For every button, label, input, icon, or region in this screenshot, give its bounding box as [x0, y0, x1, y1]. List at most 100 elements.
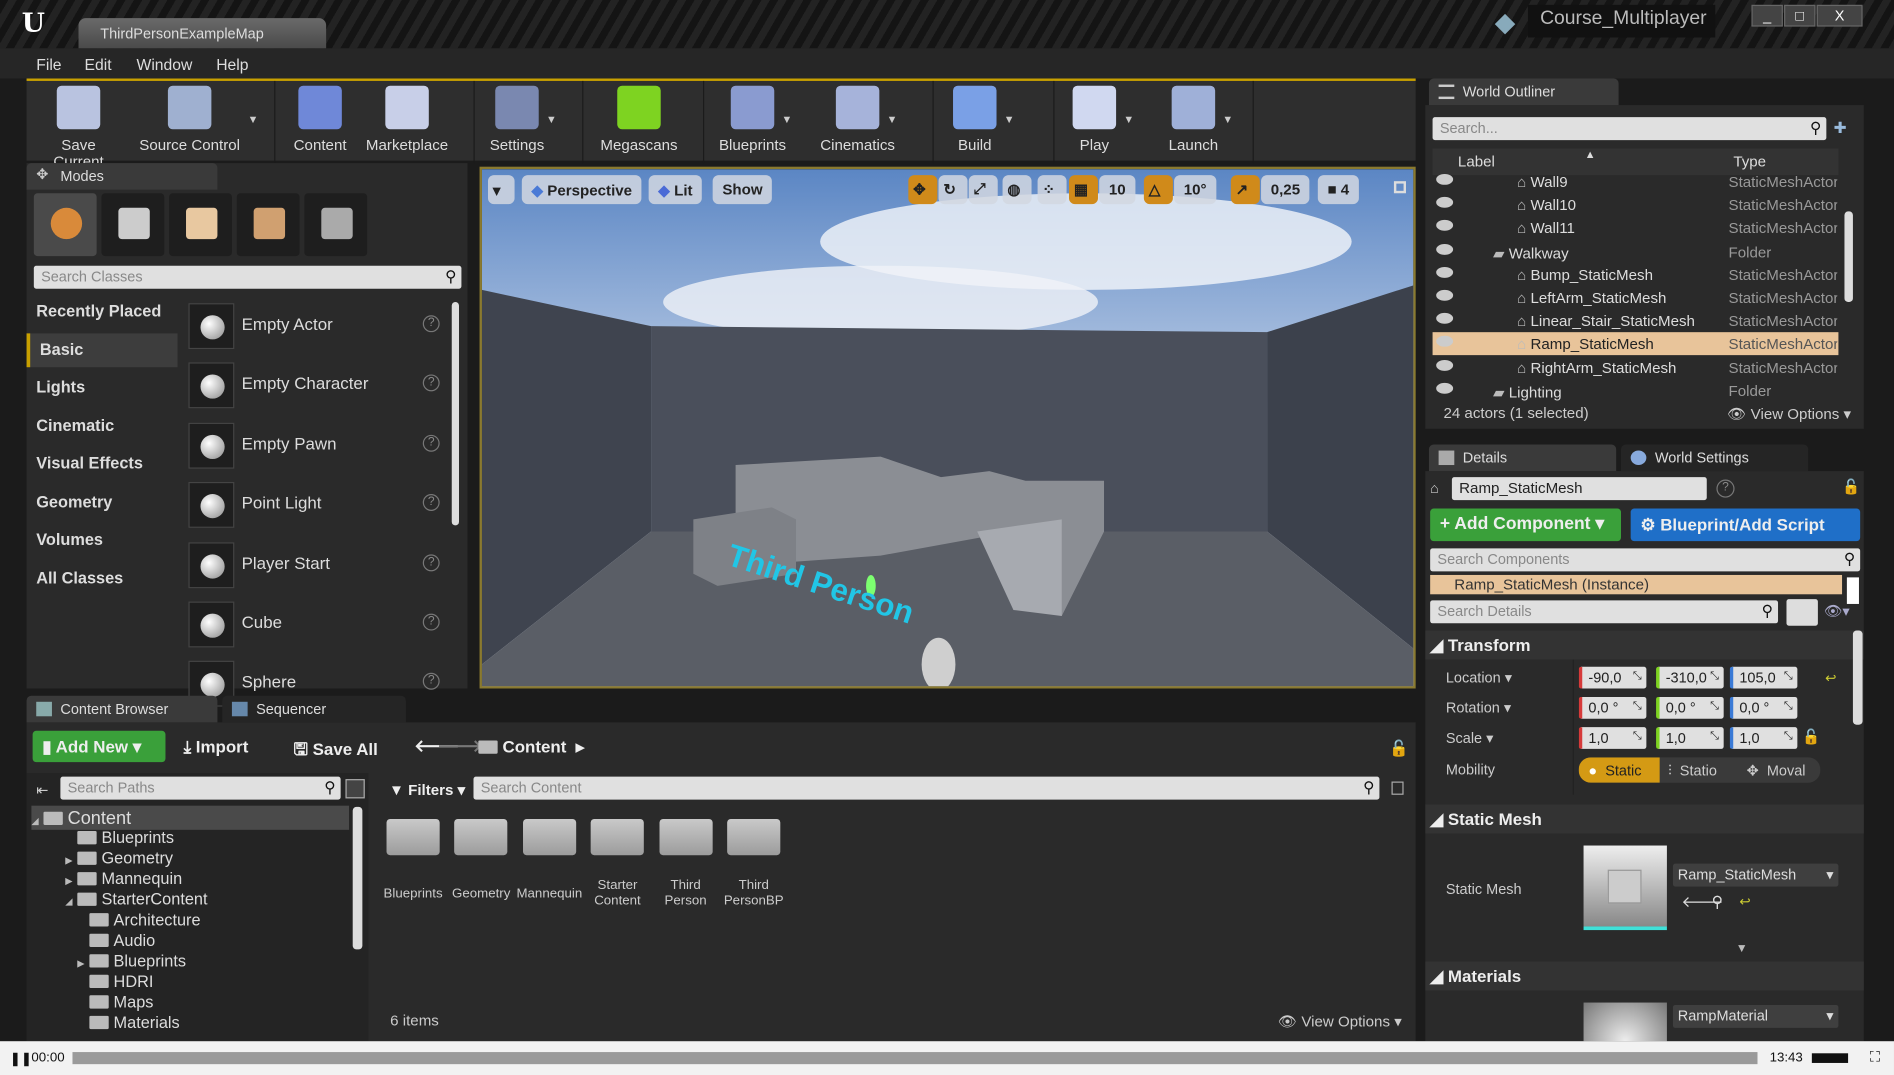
drag-handle-icon[interactable]: ⤡: [1710, 730, 1719, 743]
toolbar-settings-button[interactable]: Settings: [481, 83, 553, 160]
search-content-input[interactable]: Search Content ⚲: [473, 776, 1380, 800]
filters-button[interactable]: ▼ Filters ▾: [389, 780, 465, 799]
save-all-button[interactable]: 🖫 Save All: [294, 737, 378, 766]
toolbar-dropdown-arrow[interactable]: ▼: [248, 114, 259, 126]
component-instance-row[interactable]: Ramp_StaticMesh (Instance): [1430, 574, 1843, 595]
placement-scrollbar[interactable]: [451, 301, 460, 526]
drag-handle-icon[interactable]: ⤡: [1710, 699, 1719, 712]
scale-label[interactable]: Scale ▾: [1446, 730, 1494, 747]
scale-lock-icon[interactable]: 🔓: [1802, 728, 1820, 745]
show-button[interactable]: Show: [712, 175, 773, 205]
path-tree-item[interactable]: Maps: [77, 993, 153, 1011]
category-cinematic[interactable]: Cinematic: [27, 409, 178, 443]
scale-snap-value[interactable]: 0,25: [1261, 175, 1310, 205]
placeable-point-light[interactable]: Point Light?: [181, 477, 449, 533]
visibility-eye-icon[interactable]: [1436, 289, 1454, 301]
browse-icon[interactable]: ⚲: [1712, 893, 1724, 912]
mobility-static-button[interactable]: ● Static: [1578, 757, 1660, 783]
document-tab[interactable]: ThirdPersonExampleMap: [78, 18, 327, 49]
path-tree-item[interactable]: ◢ StarterContent: [65, 890, 207, 908]
visibility-eye-icon[interactable]: [1436, 243, 1454, 255]
path-tree-item[interactable]: ▶ Blueprints: [77, 952, 186, 970]
outliner-row[interactable]: ⌂ Wall11 StaticMeshActor: [1433, 217, 1839, 240]
toolbar-dropdown-arrow[interactable]: ▼: [1222, 114, 1233, 126]
folder-tile-third-personbp[interactable]: [727, 818, 781, 856]
level-viewport[interactable]: Third Person ▾ ◆ Perspective ◆ Lit Show …: [479, 166, 1416, 689]
details-scrollbar[interactable]: [1852, 630, 1863, 725]
toolbar-megascans-button[interactable]: Megascans: [594, 83, 683, 160]
search-classes-input[interactable]: Search Classes ⚲: [33, 265, 462, 289]
path-tree-item[interactable]: ◢ Content: [31, 808, 131, 829]
path-tree-item[interactable]: HDRI: [77, 972, 153, 990]
minimize-button[interactable]: _: [1751, 4, 1783, 27]
mobility-movable-button[interactable]: ✥ Moval: [1739, 757, 1820, 782]
pause-button[interactable]: ❚❚: [10, 1051, 32, 1066]
camera-speed-button[interactable]: ■ 4: [1317, 175, 1359, 205]
translate-tool-icon[interactable]: ✥: [908, 175, 938, 205]
toolbar-dropdown-arrow[interactable]: ▼: [782, 114, 793, 126]
lit-button[interactable]: ◆ Lit: [648, 175, 703, 205]
toolbar-source-control-button[interactable]: Source Control: [130, 83, 248, 160]
label-column-header[interactable]: Label: [1458, 153, 1495, 170]
landscape-mode-icon[interactable]: [169, 193, 232, 257]
drag-handle-icon[interactable]: ⤡: [1784, 699, 1793, 712]
import-button[interactable]: ⤓ Import: [184, 737, 249, 758]
drag-handle-icon[interactable]: ⤡: [1633, 730, 1642, 743]
help-icon[interactable]: ?: [422, 673, 440, 691]
property-matrix-icon[interactable]: [1786, 599, 1818, 626]
lock-icon[interactable]: 🔓: [1389, 739, 1409, 758]
folder-tile-starter-content[interactable]: [590, 818, 645, 856]
rotation-x-field[interactable]: 0,0 ° ⤡: [1578, 696, 1647, 719]
toolbar-save-current-button[interactable]: Save Current: [40, 83, 117, 170]
static-mesh-combo[interactable]: Ramp_StaticMesh ▾: [1672, 863, 1839, 887]
outliner-view-options-button[interactable]: 👁 View Options ▾: [1727, 405, 1851, 424]
expand-arrow-icon[interactable]: ▶: [65, 855, 77, 866]
tab-content-browser[interactable]: Content Browser: [26, 695, 218, 723]
tree-scrollbar[interactable]: [352, 806, 363, 950]
drag-handle-icon[interactable]: ⤡: [1633, 699, 1642, 712]
visibility-eye-icon[interactable]: [1436, 382, 1454, 394]
add-folder-icon[interactable]: ✚: [1834, 118, 1847, 137]
fullscreen-icon[interactable]: ⛶: [1870, 1048, 1880, 1066]
surface-snap-icon[interactable]: ⁘: [1037, 175, 1067, 205]
help-icon[interactable]: ?: [422, 434, 440, 452]
outliner-row[interactable]: ▰ Walkway Folder: [1433, 240, 1839, 263]
geometry-edit-mode-icon[interactable]: [304, 193, 368, 257]
location-z-field[interactable]: 105,0 ⤡: [1729, 666, 1798, 689]
toolbar-dropdown-arrow[interactable]: ▼: [887, 114, 898, 126]
tab-world-settings[interactable]: World Settings: [1621, 444, 1809, 472]
scale-x-field[interactable]: 1,0 ⤡: [1578, 727, 1647, 749]
static-mesh-section-header[interactable]: ◢ Static Mesh: [1425, 804, 1864, 834]
scale-tool-icon[interactable]: ⤢: [968, 175, 998, 205]
expand-arrow-icon[interactable]: ▶: [65, 876, 77, 887]
visibility-eye-icon[interactable]: [1436, 336, 1454, 348]
category-all-classes[interactable]: All Classes: [27, 562, 178, 596]
column-divider[interactable]: [1572, 659, 1574, 795]
toolbar-dropdown-arrow[interactable]: ▼: [546, 114, 557, 126]
add-new-button[interactable]: ▮ Add New ▾: [32, 730, 166, 763]
materials-section-header[interactable]: ◢ Materials: [1425, 961, 1864, 991]
outliner-row[interactable]: ⌂ RightArm_StaticMesh StaticMeshActor: [1433, 356, 1839, 379]
perspective-button[interactable]: ◆ Perspective: [521, 175, 642, 205]
category-geometry[interactable]: Geometry: [27, 486, 178, 520]
folder-tile-third-person[interactable]: [659, 818, 713, 856]
seek-bar[interactable]: [72, 1052, 1758, 1065]
mobility-stationary-button[interactable]: ⫶ Statio: [1661, 757, 1738, 782]
components-scrollbar[interactable]: [1846, 577, 1859, 604]
drag-handle-icon[interactable]: ⤡: [1784, 730, 1793, 743]
transform-section-header[interactable]: ◢ Transform: [1425, 630, 1864, 660]
add-component-button[interactable]: + Add Component ▾: [1430, 508, 1622, 542]
path-tree-item[interactable]: Architecture: [77, 911, 201, 929]
toolbar-build-button[interactable]: Build: [939, 83, 1011, 160]
toolbar-dropdown-arrow[interactable]: ▼: [1004, 114, 1015, 126]
toolbar-dropdown-arrow[interactable]: ▼: [1123, 114, 1134, 126]
folder-tile-geometry[interactable]: [454, 818, 508, 856]
tab-world-outliner[interactable]: World Outliner: [1428, 78, 1619, 106]
outliner-row[interactable]: ⌂ Linear_Stair_StaticMesh StaticMeshActor: [1433, 309, 1839, 332]
outliner-search-input[interactable]: Search... ⚲: [1432, 117, 1827, 141]
help-icon[interactable]: ?: [1716, 479, 1735, 498]
help-icon[interactable]: ?: [422, 315, 440, 333]
visibility-eye-icon[interactable]: [1436, 197, 1454, 208]
static-mesh-thumbnail[interactable]: [1583, 845, 1667, 931]
category-basic[interactable]: Basic: [26, 333, 178, 368]
